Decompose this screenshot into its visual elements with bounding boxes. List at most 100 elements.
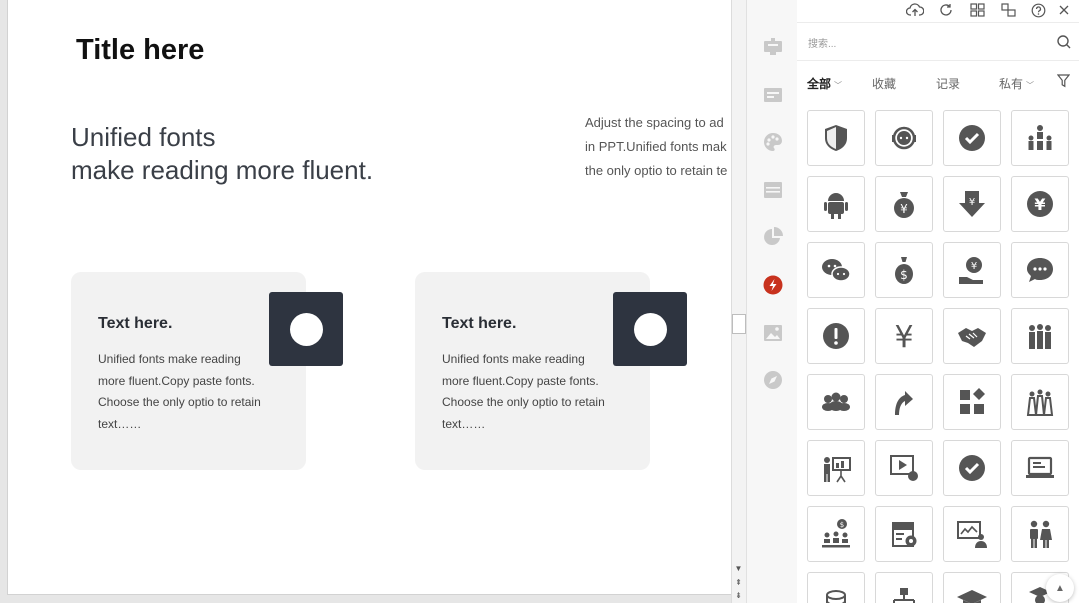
- next-page-icon[interactable]: ⇟: [733, 591, 744, 601]
- wechat-icon[interactable]: [807, 242, 865, 298]
- money-bag-dollar-icon[interactable]: $: [875, 242, 933, 298]
- svg-text:¥: ¥: [969, 197, 975, 208]
- check-circle-icon[interactable]: [943, 110, 1001, 166]
- video-play-icon[interactable]: [875, 440, 933, 496]
- check-circle-icon[interactable]: [943, 440, 1001, 496]
- yen-arrow-down-icon[interactable]: ¥: [943, 176, 1001, 232]
- right-text-line-1[interactable]: Adjust the spacing to ad: [585, 115, 724, 130]
- scroll-to-top-button[interactable]: ▲: [1046, 574, 1074, 602]
- text-card-2[interactable]: Text here. Unified fonts make reading mo…: [415, 272, 687, 470]
- tab-all[interactable]: 全部 ﹀: [807, 75, 842, 92]
- lightning-icon[interactable]: [763, 275, 783, 295]
- shapes-icon[interactable]: [999, 1, 1017, 19]
- cloud-upload-icon[interactable]: [906, 1, 924, 19]
- icon-library-panel: 全部﹀ 收藏 记录 私有﹀ ¥¥¥$¥¥$: [797, 0, 1079, 603]
- slide-editor-area: Title here Unified fonts make reading mo…: [0, 0, 731, 603]
- search-bar: [797, 26, 1079, 61]
- tab-all-label: 全部: [807, 77, 832, 91]
- filter-icon[interactable]: [1056, 74, 1071, 91]
- screen-person-icon[interactable]: [943, 506, 1001, 562]
- shield-icon[interactable]: [807, 110, 865, 166]
- card-body[interactable]: Unified fonts make reading more fluent.C…: [98, 349, 278, 435]
- help-icon[interactable]: [1029, 1, 1047, 19]
- badge-dot: [634, 313, 667, 346]
- refresh-icon[interactable]: [937, 1, 955, 19]
- couple-icon[interactable]: [1011, 506, 1069, 562]
- right-text-line-3[interactable]: the only optio to retain te: [585, 163, 727, 178]
- card-body-line: text……: [442, 416, 486, 431]
- chevron-down-icon: ﹀: [1026, 81, 1035, 90]
- tab-history[interactable]: 记录: [936, 75, 960, 92]
- slide-canvas[interactable]: Title here Unified fonts make reading mo…: [7, 0, 731, 595]
- hierarchy-icon[interactable]: [875, 572, 933, 603]
- search-input[interactable]: [806, 33, 1050, 55]
- group-people-icon[interactable]: [1011, 308, 1069, 364]
- svg-text:¥: ¥: [900, 202, 908, 216]
- coin-stack-icon[interactable]: [807, 572, 865, 603]
- yen-circle-icon[interactable]: ¥: [1011, 176, 1069, 232]
- card-body-line: Unified fonts make reading: [98, 352, 241, 366]
- tab-private[interactable]: 私有 ﹀: [999, 75, 1034, 92]
- panel-toolbar: [797, 0, 1079, 23]
- grid-icon[interactable]: [968, 1, 986, 19]
- store-settings-icon[interactable]: [875, 506, 933, 562]
- team-structure-icon[interactable]: [1011, 110, 1069, 166]
- card-badge[interactable]: [613, 292, 687, 366]
- tab-private-label: 私有: [999, 77, 1024, 91]
- tab-favorites[interactable]: 收藏: [872, 75, 896, 92]
- community-icon[interactable]: [1011, 374, 1069, 430]
- laptop-icon[interactable]: [1011, 440, 1069, 496]
- compass-icon[interactable]: [763, 370, 783, 390]
- chevron-up-icon: ▲: [1055, 582, 1065, 594]
- yen-icon[interactable]: ¥: [875, 308, 933, 364]
- card-body-line: more fluent.Copy paste fonts.: [98, 373, 255, 388]
- customer-service-icon[interactable]: [875, 110, 933, 166]
- layout-icon[interactable]: [763, 180, 783, 200]
- graduation-cap-icon[interactable]: [943, 572, 1001, 603]
- android-icon[interactable]: [807, 176, 865, 232]
- handshake-icon[interactable]: [943, 308, 1001, 364]
- svg-text:¥: ¥: [1034, 195, 1045, 214]
- svg-text:$: $: [900, 268, 908, 282]
- crowd-icon[interactable]: [807, 374, 865, 430]
- card-body-line: more fluent.Copy paste fonts.: [442, 373, 599, 388]
- money-bag-yen-icon[interactable]: ¥: [875, 176, 933, 232]
- card-body[interactable]: Unified fonts make reading more fluent.C…: [442, 349, 622, 435]
- dollar-team-icon[interactable]: $: [807, 506, 865, 562]
- search-icon[interactable]: [1056, 34, 1072, 50]
- card-body-line: Unified fonts make reading: [442, 352, 585, 366]
- vertical-scrollbar[interactable]: ▼ ⇞ ⇟: [731, 0, 746, 603]
- scrollbar-thumb[interactable]: [732, 314, 746, 334]
- card-title[interactable]: Text here.: [98, 315, 172, 333]
- filter-tabs: 全部 ﹀ 收藏 记录 私有 ﹀: [797, 66, 1079, 98]
- svg-text:¥: ¥: [971, 261, 977, 272]
- dashboard-blocks-icon[interactable]: [943, 374, 1001, 430]
- svg-text:$: $: [840, 521, 844, 529]
- chat-bubble-icon[interactable]: [1011, 242, 1069, 298]
- yen-hand-icon[interactable]: ¥: [943, 242, 1001, 298]
- card-body-line: Choose the only optio to retain: [442, 395, 605, 409]
- card-body-line: text……: [98, 416, 142, 431]
- badge-dot: [290, 313, 323, 346]
- close-icon[interactable]: [1055, 1, 1073, 19]
- tool-rail: [746, 0, 798, 603]
- card-title[interactable]: Text here.: [442, 315, 516, 333]
- slide-title[interactable]: Title here: [76, 34, 204, 67]
- card-icon[interactable]: [763, 85, 783, 105]
- headline-line-2[interactable]: make reading more fluent.: [71, 154, 373, 187]
- card-body-line: Choose the only optio to retain: [98, 395, 261, 409]
- curved-arrow-icon[interactable]: [875, 374, 933, 430]
- presentation-icon[interactable]: [763, 37, 783, 57]
- card-badge[interactable]: [269, 292, 343, 366]
- presenter-icon[interactable]: [807, 440, 865, 496]
- headline-line-1[interactable]: Unified fonts: [71, 121, 216, 154]
- scroll-down-icon[interactable]: ▼: [733, 564, 744, 574]
- exclamation-circle-icon[interactable]: [807, 308, 865, 364]
- palette-icon[interactable]: [763, 132, 783, 152]
- text-card-1[interactable]: Text here. Unified fonts make reading mo…: [71, 272, 343, 470]
- chevron-down-icon: ﹀: [834, 81, 843, 90]
- right-text-line-2[interactable]: in PPT.Unified fonts mak: [585, 139, 727, 154]
- image-icon[interactable]: [763, 323, 783, 343]
- pie-chart-icon[interactable]: [763, 227, 783, 247]
- previous-page-icon[interactable]: ⇞: [733, 578, 744, 588]
